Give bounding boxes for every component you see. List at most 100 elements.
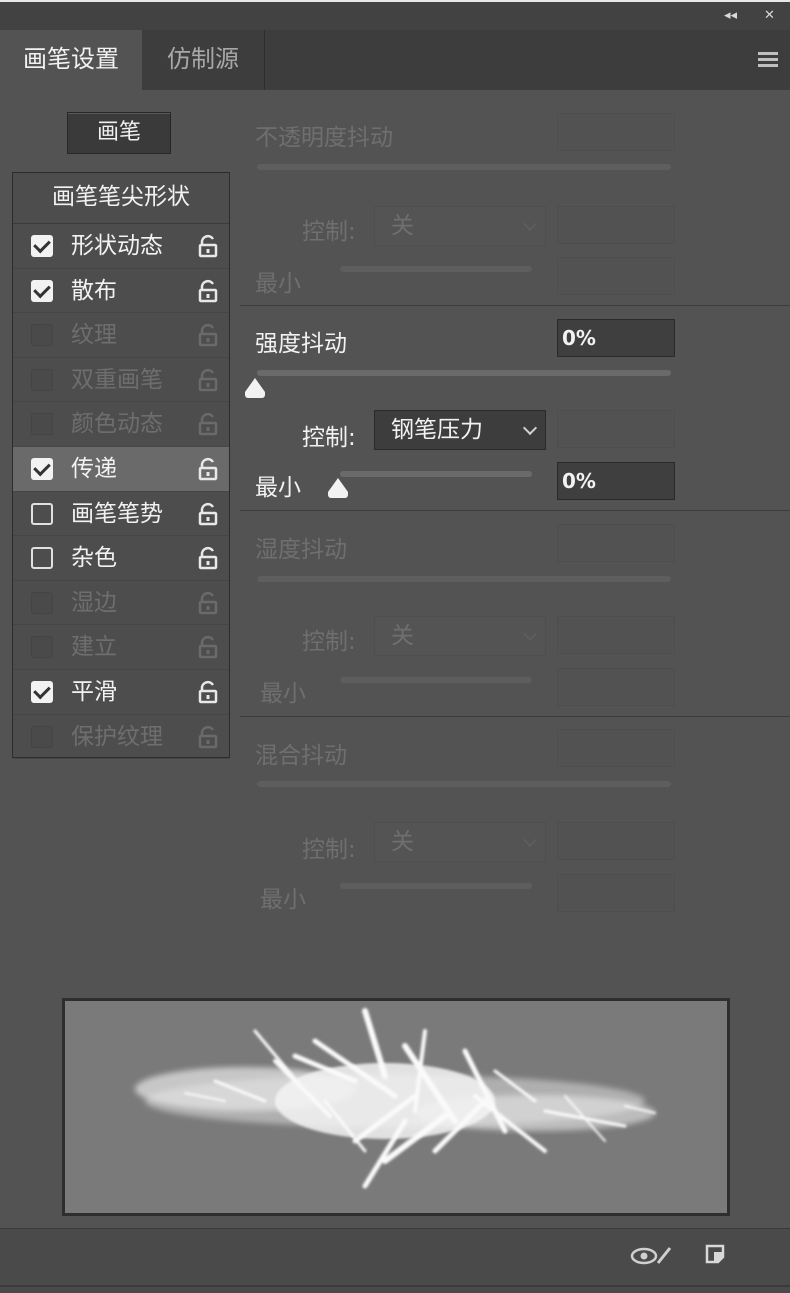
divider	[240, 305, 790, 306]
option-checkbox	[31, 368, 53, 391]
wetness-control-box	[557, 616, 675, 654]
opacity-jitter-slider	[257, 164, 671, 170]
brush-option-row[interactable]: 平滑	[13, 670, 229, 715]
close-icon[interactable]: ✕	[764, 8, 775, 23]
wetness-jitter-slider	[257, 576, 671, 582]
flow-control-label: 控制:	[302, 425, 356, 451]
wetness-control-select: 关	[374, 616, 546, 656]
option-checkbox[interactable]	[31, 279, 53, 302]
option-label: 平滑	[71, 678, 117, 705]
brush-option-row[interactable]: 保护纹理	[13, 715, 229, 760]
mix-min-value	[557, 874, 675, 912]
option-checkbox[interactable]	[31, 235, 53, 257]
flow-control-box	[557, 410, 675, 448]
option-label: 画笔笔势	[71, 500, 163, 527]
flow-min-slider-thumb[interactable]	[328, 478, 348, 498]
option-checkbox	[31, 324, 53, 347]
brush-stroke-image	[135, 1008, 656, 1189]
lock-icon	[197, 323, 219, 347]
lock-icon[interactable]	[197, 546, 219, 570]
brush-option-row[interactable]: 杂色	[13, 536, 229, 581]
mix-min-slider	[340, 883, 532, 889]
wetness-jitter-label: 湿度抖动	[255, 537, 347, 563]
flow-jitter-slider-thumb[interactable]	[245, 378, 265, 398]
wetness-min-label: 最小	[260, 681, 306, 707]
panel-footer	[0, 1228, 790, 1293]
flow-control-select[interactable]: 钢笔压力	[374, 410, 546, 450]
lock-icon	[197, 725, 219, 749]
opacity-min-label: 最小	[255, 271, 301, 297]
brush-option-row[interactable]: 形状动态	[13, 224, 229, 269]
brush-option-row[interactable]: 建立	[13, 625, 229, 670]
wetness-min-slider	[340, 677, 532, 683]
opacity-jitter-label: 不透明度抖动	[255, 125, 393, 151]
mix-jitter-label: 混合抖动	[255, 743, 347, 769]
wetness-min-value	[557, 668, 675, 706]
opacity-min-value	[557, 257, 675, 295]
panel-title-bar: ◂◂ ✕	[0, 0, 790, 30]
mix-control-select: 关	[374, 822, 546, 862]
option-label: 散布	[71, 277, 117, 304]
flow-jitter-value[interactable]: 0%	[557, 319, 675, 357]
flow-jitter-label: 强度抖动	[255, 331, 347, 357]
brush-tip-shape-item[interactable]: 画笔笔尖形状	[13, 173, 229, 224]
collapse-icon[interactable]: ◂◂	[724, 8, 737, 23]
lock-icon[interactable]	[197, 457, 219, 481]
lock-icon[interactable]	[197, 279, 219, 303]
brush-option-row[interactable]: 颜色动态	[13, 402, 229, 447]
lock-icon[interactable]	[197, 234, 219, 258]
tab-bar: 画笔设置 仿制源	[0, 30, 790, 90]
option-label: 传递	[71, 455, 117, 482]
option-checkbox[interactable]	[31, 680, 53, 703]
footer-divider	[0, 1285, 790, 1287]
option-checkbox	[31, 591, 53, 614]
wetness-jitter-value	[557, 524, 675, 562]
opacity-min-slider	[340, 266, 532, 272]
lock-icon[interactable]	[197, 680, 219, 704]
mix-jitter-slider	[257, 781, 671, 787]
wetness-control-label: 控制:	[302, 629, 356, 655]
mix-control-label: 控制:	[302, 837, 356, 863]
lock-icon[interactable]	[197, 502, 219, 526]
option-checkbox[interactable]	[31, 457, 53, 480]
brush-option-row[interactable]: 画笔笔势	[13, 492, 229, 537]
option-checkbox[interactable]	[31, 502, 53, 525]
option-label: 颜色动态	[71, 411, 163, 438]
brush-options-list: 画笔笔尖形状 形状动态散布纹理双重画笔颜色动态传递画笔笔势杂色湿边建立平滑保护纹…	[12, 172, 230, 760]
lock-icon	[197, 635, 219, 659]
divider	[240, 716, 790, 717]
opacity-jitter-value	[557, 113, 675, 151]
option-label: 湿边	[71, 589, 117, 616]
tab-brush-settings[interactable]: 画笔设置	[0, 30, 142, 90]
option-label: 双重画笔	[71, 366, 163, 393]
flow-min-slider[interactable]	[340, 471, 532, 477]
option-checkbox	[31, 413, 53, 436]
option-label: 建立	[71, 634, 117, 661]
flow-min-value[interactable]: 0%	[557, 462, 675, 500]
mix-control-box	[557, 822, 675, 860]
eye-brush-icon[interactable]	[630, 1243, 674, 1269]
mix-min-label: 最小	[260, 887, 306, 913]
brush-option-row[interactable]: 双重画笔	[13, 358, 229, 403]
opacity-control-select: 关	[374, 206, 546, 246]
brush-option-row[interactable]: 纹理	[13, 313, 229, 358]
flow-jitter-slider[interactable]	[257, 370, 671, 376]
brush-option-row[interactable]: 散布	[13, 269, 229, 314]
panel-menu-icon[interactable]	[758, 52, 778, 70]
option-label: 杂色	[71, 545, 117, 572]
lock-icon	[197, 368, 219, 392]
option-checkbox	[31, 636, 53, 659]
opacity-control-box	[557, 206, 675, 244]
brushes-button[interactable]: 画笔	[67, 112, 171, 154]
brush-option-row[interactable]: 传递	[13, 446, 229, 492]
option-label: 保护纹理	[71, 723, 163, 750]
option-label: 纹理	[71, 322, 117, 349]
brush-option-row[interactable]: 湿边	[13, 581, 229, 626]
option-checkbox	[31, 725, 53, 748]
tab-clone-source[interactable]: 仿制源	[142, 30, 265, 90]
new-preset-icon[interactable]	[704, 1243, 728, 1267]
flow-min-label: 最小	[255, 475, 301, 501]
divider	[240, 510, 790, 511]
option-checkbox[interactable]	[31, 547, 53, 570]
option-label: 形状动态	[71, 233, 163, 259]
